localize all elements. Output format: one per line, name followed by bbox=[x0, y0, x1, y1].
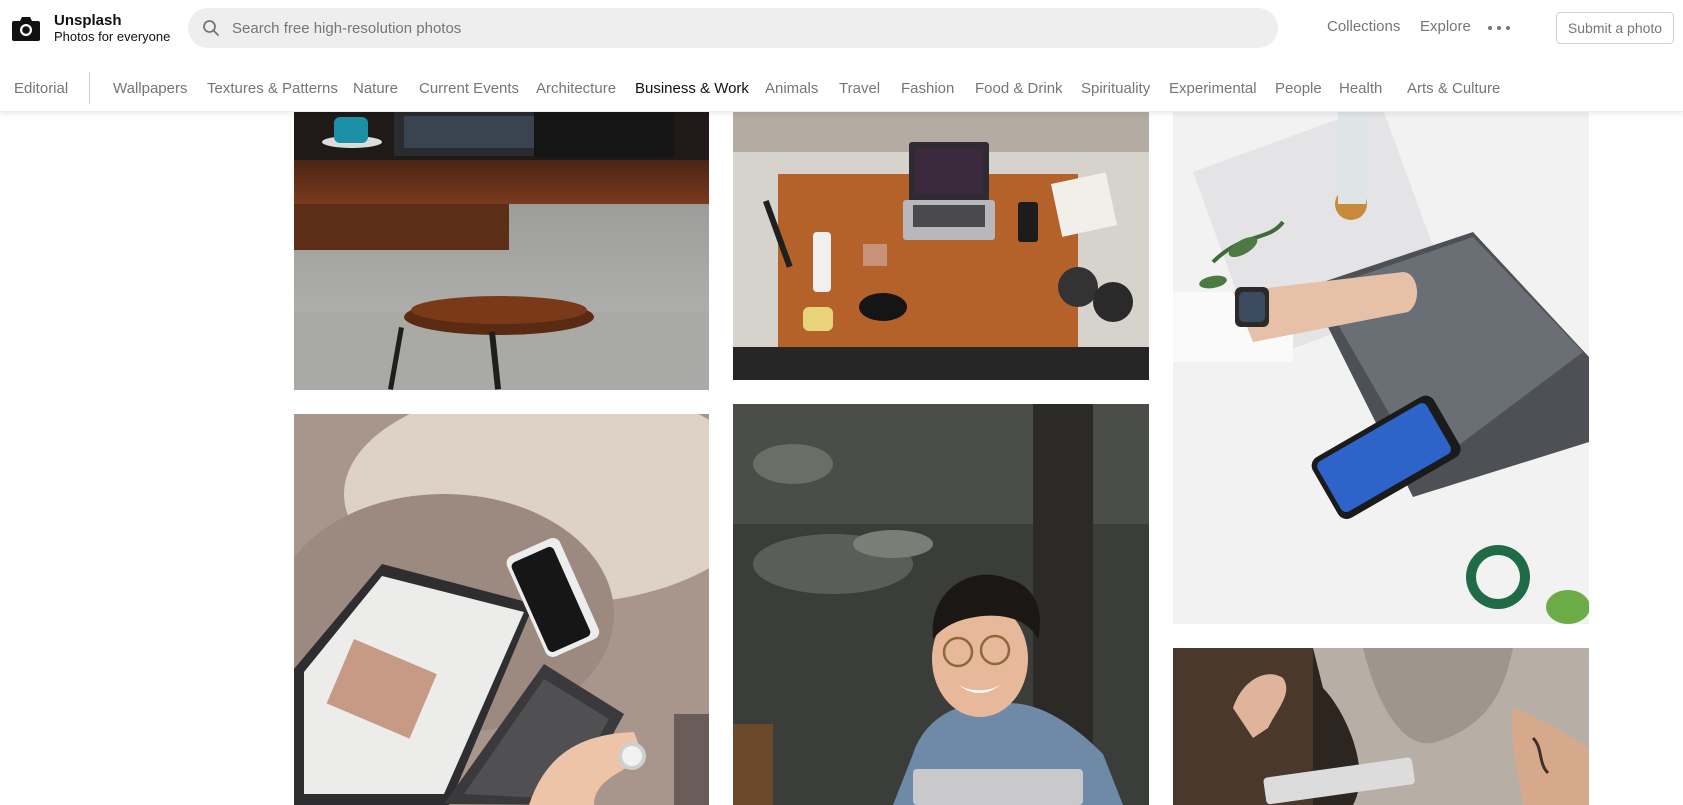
category-editorial[interactable]: Editorial bbox=[14, 80, 68, 97]
nav-collections[interactable]: Collections bbox=[1327, 18, 1400, 35]
search-input[interactable] bbox=[232, 19, 1232, 37]
category-animals[interactable]: Animals bbox=[765, 80, 818, 97]
brand-name: Unsplash bbox=[54, 12, 122, 29]
brand: Unsplash Photos for everyone bbox=[54, 12, 170, 45]
dot-icon bbox=[1506, 26, 1510, 30]
category-food-drink[interactable]: Food & Drink bbox=[975, 80, 1063, 97]
category-bar: Editorial Wallpapers Textures & Patterns… bbox=[0, 62, 1683, 112]
category-fashion[interactable]: Fashion bbox=[901, 80, 954, 97]
dot-icon bbox=[1497, 26, 1501, 30]
photo-smiling-person[interactable] bbox=[733, 404, 1149, 805]
search-icon[interactable] bbox=[202, 19, 220, 37]
brand-tagline: Photos for everyone bbox=[54, 29, 171, 45]
category-travel[interactable]: Travel bbox=[839, 80, 880, 97]
top-header: Unsplash Photos for everyone Collections… bbox=[0, 0, 1683, 62]
photo-image bbox=[733, 112, 1149, 380]
photo-hand-watch-laptop[interactable] bbox=[1173, 112, 1589, 624]
category-spirituality[interactable]: Spirituality bbox=[1081, 80, 1150, 97]
category-health[interactable]: Health bbox=[1339, 80, 1382, 97]
photo-overhead-desk[interactable] bbox=[733, 112, 1149, 380]
submit-photo-button[interactable]: Submit a photo bbox=[1556, 12, 1674, 44]
photo-image bbox=[733, 404, 1149, 805]
logo-link[interactable]: Unsplash Photos for everyone bbox=[10, 12, 170, 45]
photo-image bbox=[294, 414, 709, 805]
more-icon[interactable] bbox=[1488, 20, 1510, 36]
category-wallpapers[interactable]: Wallpapers bbox=[113, 80, 187, 97]
category-business-work[interactable]: Business & Work bbox=[635, 80, 749, 97]
photo-image bbox=[1173, 112, 1589, 624]
photo-laptop-rug[interactable] bbox=[294, 414, 709, 805]
dot-icon bbox=[1488, 26, 1492, 30]
photo-person-tattoo[interactable] bbox=[1173, 648, 1589, 805]
category-nature[interactable]: Nature bbox=[353, 80, 398, 97]
search-bar[interactable] bbox=[188, 8, 1278, 48]
category-people[interactable]: People bbox=[1275, 80, 1322, 97]
category-divider bbox=[89, 72, 90, 104]
category-arts-culture[interactable]: Arts & Culture bbox=[1407, 80, 1500, 97]
category-experimental[interactable]: Experimental bbox=[1169, 80, 1257, 97]
nav-explore[interactable]: Explore bbox=[1420, 18, 1471, 35]
category-architecture[interactable]: Architecture bbox=[536, 80, 616, 97]
photo-desk-stool[interactable] bbox=[294, 112, 709, 390]
photo-image bbox=[294, 112, 709, 390]
category-current-events[interactable]: Current Events bbox=[419, 80, 519, 97]
category-textures-patterns[interactable]: Textures & Patterns bbox=[207, 80, 338, 97]
photo-image bbox=[1173, 648, 1589, 805]
camera-icon bbox=[12, 17, 40, 41]
